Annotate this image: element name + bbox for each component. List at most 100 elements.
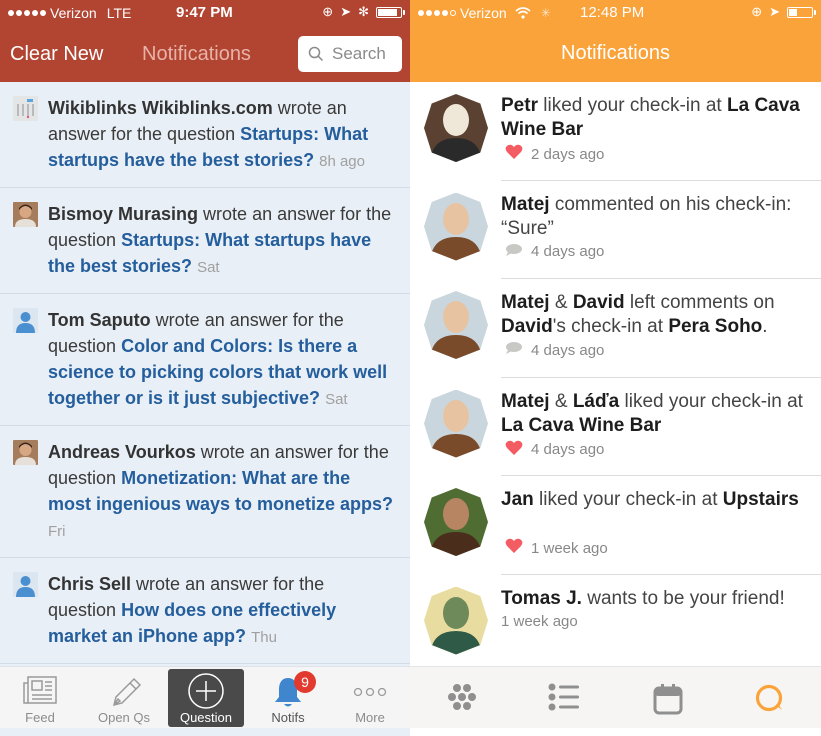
bluetooth-icon: ✻ [358, 4, 369, 19]
entity-name[interactable]: La Cava Wine Bar [501, 415, 661, 436]
carrier-info: Verizon ✳ [418, 5, 551, 21]
text-fragment: 's check-in at [552, 316, 669, 337]
notification-item[interactable]: Jan liked your check-in at Upstairs 1 wee… [410, 476, 821, 575]
notification-meta: 4 days ago [505, 440, 604, 460]
notification-item[interactable]: Chris Sell wrote an answer for the quest… [0, 558, 410, 664]
tab-label: More [355, 710, 385, 725]
tab-question[interactable]: Question [168, 669, 244, 727]
swarm-chat-icon [755, 684, 783, 712]
avatar[interactable] [13, 96, 38, 121]
swarm-screen: Verizon ✳ 12:48 PM ⊕ ➤ Notifications Pet… [410, 0, 821, 736]
text-fragment: liked your check-in at [537, 95, 727, 116]
text-fragment: liked your check-in at [533, 489, 723, 510]
avatar[interactable] [424, 291, 488, 359]
author-name[interactable]: Wikiblinks Wikiblinks.com [48, 98, 273, 118]
signal-dot [32, 10, 38, 16]
notification-item[interactable]: Bismoy Murasing wrote an answer for the … [0, 188, 410, 294]
clear-new-button[interactable]: Clear New [10, 43, 103, 66]
entity-name[interactable]: Matej [501, 292, 550, 313]
avatar[interactable] [424, 586, 488, 655]
notification-meta: 1 week ago [505, 538, 608, 558]
notification-list: Wikiblinks Wikiblinks.com wrote an answe… [0, 82, 410, 666]
wifi-icon [515, 7, 531, 19]
heart-icon [505, 144, 523, 164]
notification-item[interactable]: Matej & Láďa liked your check-in at La C… [410, 378, 821, 476]
notification-meta: 1 week ago [501, 613, 578, 630]
avatar[interactable] [424, 389, 488, 458]
timestamp: Sat [325, 391, 348, 408]
avatar[interactable] [13, 572, 38, 597]
notification-item[interactable]: Wikiblinks Wikiblinks.com wrote an answe… [0, 82, 410, 188]
avatar[interactable] [424, 488, 488, 556]
text-fragment: liked your check-in at [619, 390, 803, 412]
entity-name[interactable]: Matej [501, 194, 550, 215]
notification-item[interactable]: Matej & David left comments on David's c… [410, 279, 821, 378]
timestamp: Fri [48, 523, 66, 540]
swarm-header: Verizon ✳ 12:48 PM ⊕ ➤ Notifications [410, 0, 821, 82]
tab-label: Notifs [271, 710, 305, 725]
entity-name[interactable]: Tomas J. [501, 588, 582, 609]
tab-calendar[interactable] [648, 683, 688, 715]
entity-name[interactable]: Jan [501, 489, 534, 510]
author-name[interactable]: Tom Saputo [48, 310, 151, 330]
carrier-info: Verizon LTE [8, 5, 131, 21]
timestamp: Thu [251, 629, 277, 646]
tab-notifications[interactable] [750, 683, 790, 715]
plus-circle-icon [188, 673, 224, 709]
heart-icon [505, 538, 523, 558]
signal-strength-icon [8, 10, 46, 16]
notification-item[interactable]: Andreas Vourkos wrote an answer for the … [0, 426, 410, 558]
tab-feed[interactable]: Feed [2, 669, 78, 727]
notification-meta: 4 days ago [505, 341, 604, 359]
signal-dot [16, 10, 22, 16]
text-fragment: left comments on [624, 292, 775, 313]
notification-text: Jan liked your check-in at Upstairs [501, 488, 803, 512]
author-name[interactable]: Bismoy Murasing [48, 204, 198, 224]
signal-dot [418, 10, 424, 16]
avatar[interactable] [13, 440, 38, 465]
page-title: Notifications [142, 43, 251, 65]
text-fragment: wants to be your friend! [581, 587, 785, 609]
tab-label: Open Qs [97, 710, 151, 725]
entity-name[interactable]: Petr [501, 95, 538, 116]
search-button[interactable]: Search [298, 36, 402, 72]
location-arrow-icon: ➤ [769, 4, 780, 19]
tab-open-qs[interactable]: Open Qs [86, 669, 162, 727]
pencil-icon [112, 677, 142, 707]
tab-friends[interactable] [442, 683, 482, 715]
tab-label: Question [179, 710, 233, 725]
clock: 12:48 PM [580, 4, 645, 21]
tab-more[interactable]: More [332, 669, 408, 727]
entity-name[interactable]: David [573, 292, 625, 313]
activity-spinner-icon: ✳ [540, 6, 551, 20]
text-fragment: . [762, 316, 768, 337]
author-name[interactable]: Chris Sell [48, 574, 131, 594]
notification-item[interactable]: Tomas J. wants to be your friend! 1 week … [410, 575, 821, 674]
avatar[interactable] [13, 308, 38, 333]
entity-name[interactable]: Matej [501, 391, 550, 412]
entity-name[interactable]: Pera Soho [668, 316, 762, 337]
signal-dot [434, 10, 440, 16]
timestamp: 4 days ago [531, 441, 605, 458]
notification-item[interactable]: Tom Saputo wrote an answer for the quest… [0, 294, 410, 426]
notification-text: Matej commented on his check-in: “Sure” [501, 193, 803, 241]
signal-strength-icon [418, 10, 456, 16]
entity-name[interactable]: Láďa [573, 391, 619, 412]
tab-bar: Feed Open Qs Question 9 Notifs More [0, 666, 410, 728]
tab-notifs[interactable]: 9 Notifs [250, 669, 326, 727]
avatar[interactable] [424, 94, 488, 162]
notification-item[interactable]: Petr liked your check-in at La Cava Wine… [410, 82, 821, 181]
list-icon [548, 683, 579, 711]
tab-list[interactable] [544, 683, 584, 715]
avatar[interactable] [424, 192, 488, 261]
author-name[interactable]: Andreas Vourkos [48, 442, 196, 462]
entity-name[interactable]: Upstairs [723, 489, 799, 510]
text-fragment: & [549, 292, 573, 313]
timestamp: Sat [197, 259, 220, 276]
signal-dot [24, 10, 30, 16]
comment-icon [505, 341, 523, 359]
entity-name[interactable]: David [501, 316, 553, 337]
tab-bar [410, 666, 821, 728]
avatar[interactable] [13, 202, 38, 227]
notification-item[interactable]: Matej commented on his check-in: “Sure” 4… [410, 181, 821, 279]
